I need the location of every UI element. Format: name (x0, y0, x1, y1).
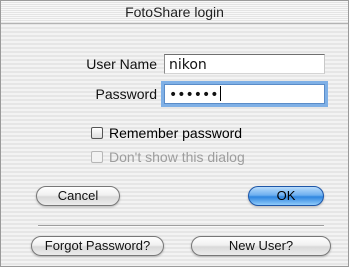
dont-show-checkbox (91, 151, 103, 163)
username-field[interactable]: nikon (164, 54, 325, 74)
username-label: User Name (86, 56, 157, 72)
divider (38, 225, 324, 227)
remember-password-label: Remember password (109, 125, 243, 141)
dont-show-label: Don't show this dialog (109, 149, 245, 165)
dont-show-option: Don't show this dialog (91, 149, 245, 165)
login-dialog: FotoShare login User Name nikon Password… (0, 0, 349, 267)
password-field[interactable]: •••••• (164, 84, 325, 104)
remember-password-option[interactable]: Remember password (91, 125, 242, 141)
new-user-button[interactable]: New User? (191, 236, 331, 256)
window-title: FotoShare login (1, 1, 348, 24)
text-caret (219, 86, 221, 101)
ok-button[interactable]: OK (248, 186, 324, 206)
forgot-password-button[interactable]: Forgot Password? (31, 236, 164, 256)
password-label: Password (95, 86, 157, 102)
cancel-button[interactable]: Cancel (36, 186, 120, 206)
password-value: •••••• (169, 87, 219, 103)
remember-password-checkbox[interactable] (91, 127, 103, 139)
